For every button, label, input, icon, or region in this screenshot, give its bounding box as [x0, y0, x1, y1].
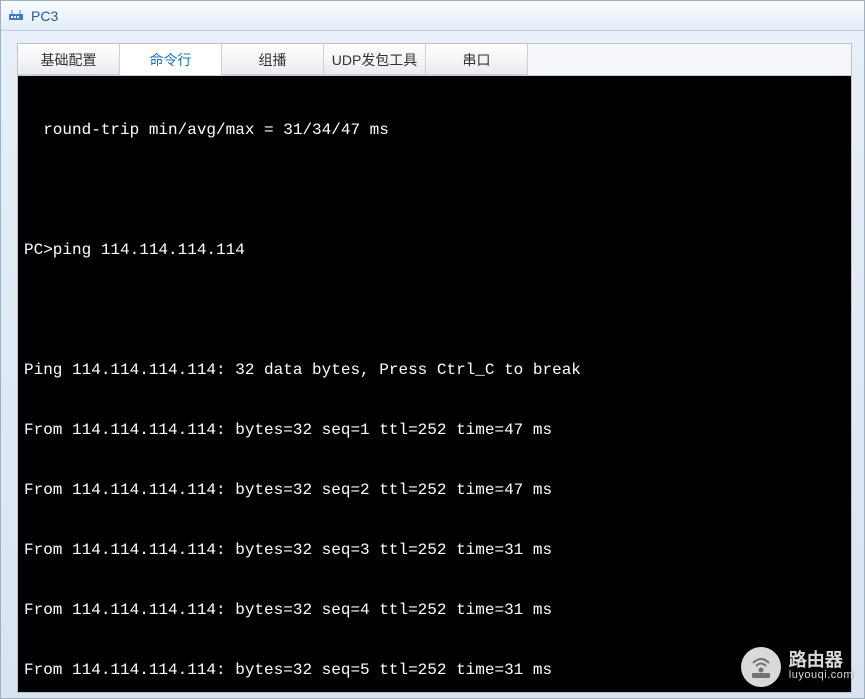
tab-basic-config[interactable]: 基础配置 [18, 44, 120, 75]
window-title: PC3 [31, 8, 58, 24]
tab-serial[interactable]: 串口 [426, 44, 528, 75]
content-area: 基础配置 命令行 组播 UDP发包工具 串口 round-trip min/av… [17, 43, 852, 693]
tab-multicast[interactable]: 组播 [222, 44, 324, 75]
terminal-line: PC>ping 114.114.114.114 [24, 240, 845, 260]
terminal-line: Ping 114.114.114.114: 32 data bytes, Pre… [24, 360, 845, 380]
tab-label: 串口 [463, 52, 491, 68]
tab-bar: 基础配置 命令行 组播 UDP发包工具 串口 [18, 44, 851, 76]
terminal-line [24, 300, 845, 320]
terminal-line: From 114.114.114.114: bytes=32 seq=4 ttl… [24, 600, 845, 620]
terminal-output[interactable]: round-trip min/avg/max = 31/34/47 ms PC>… [18, 76, 851, 692]
tab-label: 组播 [259, 52, 287, 68]
terminal-line [24, 180, 845, 200]
tab-udp-tool[interactable]: UDP发包工具 [324, 44, 426, 75]
tab-command-line[interactable]: 命令行 [120, 44, 222, 75]
watermark-brand: 路由器 [789, 651, 853, 669]
tab-label: 基础配置 [41, 52, 97, 68]
app-icon [7, 7, 25, 25]
terminal-line: From 114.114.114.114: bytes=32 seq=2 ttl… [24, 480, 845, 500]
router-icon [741, 647, 781, 687]
tab-label: UDP发包工具 [332, 52, 418, 68]
terminal-line: From 114.114.114.114: bytes=32 seq=3 ttl… [24, 540, 845, 560]
watermark-site: luyouqi.com [789, 669, 853, 682]
terminal-line: From 114.114.114.114: bytes=32 seq=1 ttl… [24, 420, 845, 440]
watermark: 路由器 luyouqi.com [741, 647, 853, 687]
title-bar[interactable]: PC3 [1, 1, 864, 31]
app-window: PC3 基础配置 命令行 组播 UDP发包工具 串口 round-trip mi… [0, 0, 865, 699]
tab-label: 命令行 [150, 52, 192, 68]
terminal-line: round-trip min/avg/max = 31/34/47 ms [24, 120, 845, 140]
terminal-line: From 114.114.114.114: bytes=32 seq=5 ttl… [24, 660, 845, 680]
watermark-text: 路由器 luyouqi.com [789, 651, 853, 682]
